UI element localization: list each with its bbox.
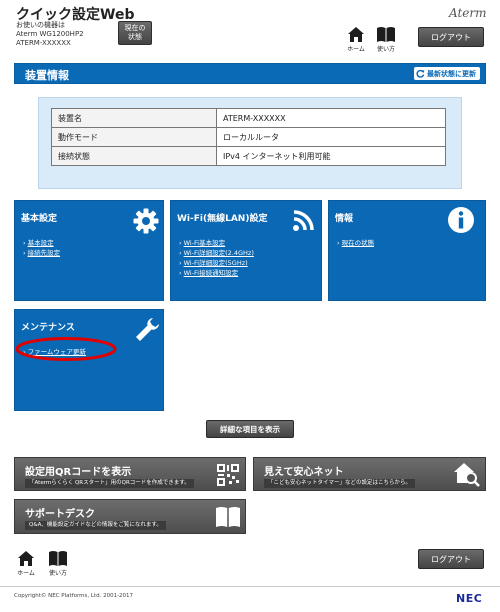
link-wifi-5ghz[interactable]: Wi-Fi詳細設定(5GHz) xyxy=(179,258,254,268)
tile-title: Wi-Fi(無線LAN)設定 xyxy=(177,214,268,224)
info-key: 接続状態 xyxy=(51,146,217,166)
table-row: 接続状態 IPv4 インターネット利用可能 xyxy=(51,146,446,166)
highlight-ellipse xyxy=(15,337,117,361)
qr-code-banner[interactable]: 設定用QRコードを表示 「Atermらくらく QRスタート」用のQRコードを作成… xyxy=(14,457,246,491)
tile-wifi-settings: Wi-Fi(無線LAN)設定 Wi-Fi基本設定 Wi-Fi詳細設定(2.4GH… xyxy=(170,200,322,301)
link-wifi-24ghz[interactable]: Wi-Fi詳細設定(2.4GHz) xyxy=(179,248,254,258)
tile-information: 情報 現在の状態 xyxy=(328,200,486,301)
tile-title: 基本設定 xyxy=(21,214,58,224)
copyright: Copyright© NEC Platforms, Ltd. 2001-2017 xyxy=(14,593,134,599)
support-desk-banner[interactable]: サポートデスク Q&A、機能設定ガイドなどの情報をご覧になれます。 xyxy=(14,499,246,534)
tile-maintenance: メンテナンス ファームウェア更新 xyxy=(14,309,164,411)
banner-title: サポートデスク xyxy=(25,509,95,520)
device-name: ATERM-XXXXXX xyxy=(16,39,71,47)
tile-links: 基本設定 接続先設定 xyxy=(23,238,61,258)
footer-logout-button[interactable]: ログアウト xyxy=(418,549,484,569)
info-icon xyxy=(448,207,474,233)
info-value: IPv4 インターネット利用可能 xyxy=(216,146,446,166)
mieru-anshin-banner[interactable]: 見えて安心ネット 「こども安心ネットタイマー」などの設定はこちらから。 xyxy=(253,457,486,491)
device-info-bar: 装置情報 最新状態に更新 xyxy=(14,63,486,84)
device-info-panel: 装置名 ATERM-XXXXXX 動作モード ローカルルータ 接続状態 IPv4… xyxy=(38,97,462,189)
help-label: 使い方 xyxy=(376,46,395,53)
info-key: 動作モード xyxy=(51,127,217,147)
banner-subtitle: 「Atermらくらく QRスタート」用のQRコードを作成できます。 xyxy=(25,479,194,488)
link-wifi-notify[interactable]: Wi-Fi接続通知設定 xyxy=(179,268,254,278)
refresh-button[interactable]: 最新状態に更新 xyxy=(414,67,480,80)
wifi-icon xyxy=(293,210,314,231)
footer-divider xyxy=(0,586,500,587)
banner-title: 見えて安心ネット xyxy=(264,467,344,478)
show-detail-button[interactable]: 詳細な項目を表示 xyxy=(206,420,294,438)
home-label: ホーム xyxy=(17,570,35,577)
gear-icon xyxy=(133,208,159,234)
help-nav[interactable]: 使い方 xyxy=(374,26,398,53)
book-icon xyxy=(49,551,67,566)
home-search-icon xyxy=(454,463,480,487)
info-value: ATERM-XXXXXX xyxy=(216,108,446,128)
tile-title: 情報 xyxy=(335,214,354,224)
section-title: 装置情報 xyxy=(25,69,69,82)
tile-basic-settings: 基本設定 基本設定 接続先設定 xyxy=(14,200,164,301)
device-model: Aterm WG1200HP2 xyxy=(16,30,84,38)
footer-home-nav[interactable]: ホーム xyxy=(14,550,38,577)
aterm-logo: Aterm xyxy=(449,6,487,20)
book-icon xyxy=(377,27,395,42)
device-info-table: 装置名 ATERM-XXXXXX 動作モード ローカルルータ 接続状態 IPv4… xyxy=(51,108,446,166)
home-icon xyxy=(18,551,34,566)
link-wifi-basic[interactable]: Wi-Fi基本設定 xyxy=(179,238,254,248)
tile-title: メンテナンス xyxy=(21,323,75,333)
tile-links: Wi-Fi基本設定 Wi-Fi詳細設定(2.4GHz) Wi-Fi詳細設定(5G… xyxy=(179,238,254,278)
refresh-icon xyxy=(416,69,425,78)
home-label: ホーム xyxy=(347,46,365,53)
wrench-icon xyxy=(136,318,159,341)
help-label: 使い方 xyxy=(48,570,67,577)
home-nav[interactable]: ホーム xyxy=(344,26,368,53)
home-icon xyxy=(348,27,364,42)
tile-links: 現在の状態 xyxy=(337,238,375,248)
current-status-button[interactable]: 現在の 状態 xyxy=(118,21,152,45)
banner-title: 設定用QRコードを表示 xyxy=(25,467,132,478)
device-label: お使いの機器は xyxy=(16,21,65,29)
link-basic-settings[interactable]: 基本設定 xyxy=(23,238,60,248)
qr-code-icon xyxy=(217,464,239,486)
banner-subtitle: Q&A、機能設定ガイドなどの情報をご覧になれます。 xyxy=(25,521,166,530)
table-row: 動作モード ローカルルータ xyxy=(51,127,446,147)
banner-subtitle: 「こども安心ネットタイマー」などの設定はこちらから。 xyxy=(264,479,416,488)
link-connection-settings[interactable]: 接続先設定 xyxy=(23,248,61,258)
info-value: ローカルルータ xyxy=(216,127,446,147)
info-key: 装置名 xyxy=(51,108,217,128)
table-row: 装置名 ATERM-XXXXXX xyxy=(51,108,446,128)
book-icon xyxy=(216,507,240,527)
footer-help-nav[interactable]: 使い方 xyxy=(46,550,70,577)
nec-logo: NEC xyxy=(456,592,483,605)
logout-button[interactable]: ログアウト xyxy=(418,27,484,47)
device-summary: お使いの機器は Aterm WG1200HP2 ATERM-XXXXXX xyxy=(16,21,84,48)
link-current-status[interactable]: 現在の状態 xyxy=(337,238,375,248)
